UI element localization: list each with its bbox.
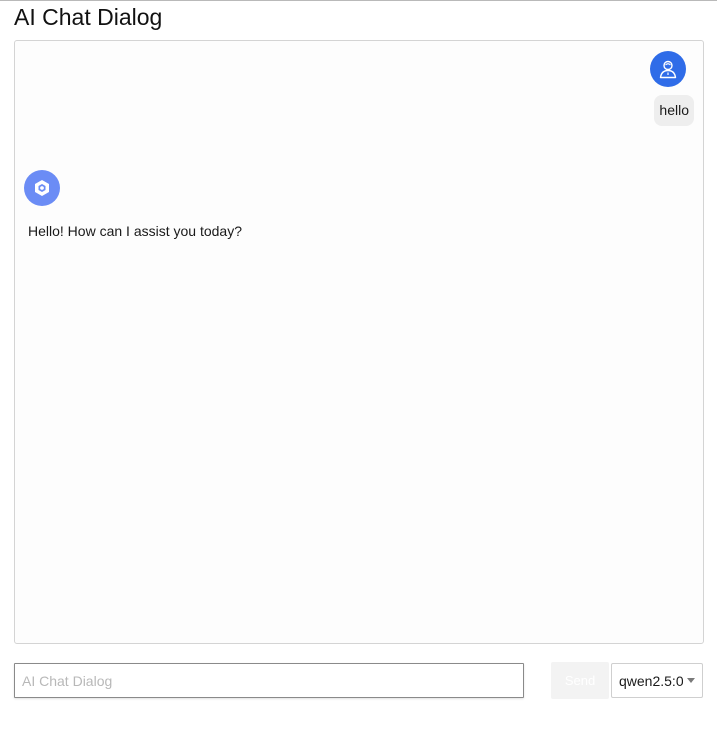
user-message-bubble: hello: [654, 95, 694, 126]
user-avatar: [650, 51, 686, 87]
model-select-value: qwen2.5:0: [619, 672, 683, 689]
send-button[interactable]: Send: [551, 662, 609, 699]
top-divider: [0, 0, 717, 1]
chat-input[interactable]: [14, 663, 524, 698]
model-select[interactable]: qwen2.5:0: [611, 663, 703, 698]
assistant-message-text: Hello! How can I assist you today?: [28, 223, 242, 239]
page-title: AI Chat Dialog: [14, 4, 163, 30]
user-icon: [659, 60, 677, 79]
chevron-down-icon: [687, 678, 695, 683]
hexagon-bot-icon: [35, 180, 49, 196]
chat-messages-panel[interactable]: hello Hello! How can I assist you today?: [14, 40, 704, 644]
assistant-avatar: [24, 170, 60, 206]
